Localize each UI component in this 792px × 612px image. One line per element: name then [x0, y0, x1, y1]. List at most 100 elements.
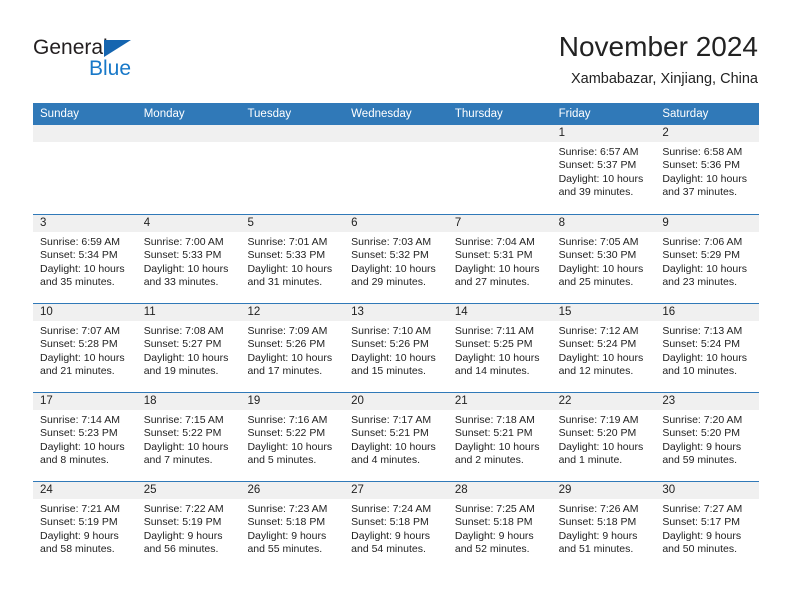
sunrise-text: Sunrise: 7:26 AM	[558, 503, 639, 515]
daylight-text: Daylight: 10 hours and 2 minutes.	[454, 440, 540, 467]
sunrise-text: Sunrise: 7:19 AM	[558, 414, 639, 426]
day-cell[interactable]: 1 Sunrise: 6:57 AM Sunset: 5:37 PM Daylight…	[551, 125, 656, 214]
day-cell[interactable]: 3 Sunrise: 6:59 AM Sunset: 5:34 PM Daylight…	[33, 215, 137, 303]
sunset-text: Sunset: 5:20 PM	[662, 427, 740, 440]
day-cell[interactable]: 19 Sunrise: 7:16 AM Sunset: 5:22 PM Dayligh…	[240, 393, 345, 481]
day-cell[interactable]: 4 Sunrise: 7:00 AM Sunset: 5:33 PM Daylight…	[136, 215, 241, 303]
day-cell[interactable]: 25 Sunrise: 7:22 AM Sunset: 5:19 PM Dayligh…	[136, 482, 241, 570]
day-number: 5	[240, 215, 345, 232]
weekday-header-friday: Friday	[558, 108, 591, 120]
sunrise-text: Sunrise: 7:01 AM	[247, 236, 328, 248]
sunrise-text: Sunrise: 7:15 AM	[143, 414, 224, 426]
day-info: Sunrise: 7:24 AM Sunset: 5:18 PM Daylight:…	[344, 499, 448, 557]
day-number: 10	[33, 304, 137, 321]
weekday-header-monday: Monday	[143, 108, 185, 120]
day-cell[interactable]: 28 Sunrise: 7:25 AM Sunset: 5:18 PM Dayligh…	[447, 482, 552, 570]
day-info: Sunrise: 7:11 AM Sunset: 5:25 PM Daylight:…	[448, 321, 552, 379]
day-info: Sunrise: 7:13 AM Sunset: 5:24 PM Daylight:…	[655, 321, 759, 379]
day-cell[interactable]: 2 Sunrise: 6:58 AM Sunset: 5:36 PM Daylight…	[655, 125, 760, 214]
sunset-text: Sunset: 5:32 PM	[351, 249, 429, 262]
daylight-text: Daylight: 10 hours and 25 minutes.	[558, 262, 644, 289]
page-title: November 2024	[558, 31, 758, 62]
day-info: Sunrise: 7:18 AM Sunset: 5:21 PM Daylight:…	[448, 410, 552, 468]
day-info: Sunrise: 7:06 AM Sunset: 5:29 PM Daylight:…	[655, 232, 759, 290]
weekday-header-sunday: Sunday	[40, 108, 80, 120]
calendar-week-row: 1 Sunrise: 6:57 AM Sunset: 5:37 PM Daylight…	[33, 125, 760, 214]
sunset-text: Sunset: 5:22 PM	[247, 427, 326, 440]
weekday-header-saturday: Saturday	[662, 108, 709, 120]
brand-logo[interactable]: General Blue	[33, 36, 173, 86]
sunrise-text: Sunrise: 7:22 AM	[143, 503, 224, 515]
day-cell[interactable]: 21 Sunrise: 7:18 AM Sunset: 5:21 PM Dayligh…	[447, 393, 552, 481]
day-cell[interactable]: 10 Sunrise: 7:07 AM Sunset: 5:28 PM Dayligh…	[33, 304, 137, 392]
day-number: 8	[551, 215, 656, 232]
day-cell[interactable]: 14 Sunrise: 7:11 AM Sunset: 5:25 PM Dayligh…	[447, 304, 552, 392]
sunrise-text: Sunrise: 7:00 AM	[143, 236, 224, 248]
day-cell[interactable]: 13 Sunrise: 7:10 AM Sunset: 5:26 PM Dayligh…	[344, 304, 448, 392]
day-info: Sunrise: 7:22 AM Sunset: 5:19 PM Daylight:…	[137, 499, 241, 557]
day-cell[interactable]: 27 Sunrise: 7:24 AM Sunset: 5:18 PM Dayligh…	[344, 482, 448, 570]
day-cell[interactable]: 8 Sunrise: 7:05 AM Sunset: 5:30 PM Daylight…	[551, 215, 656, 303]
day-cell[interactable]: 20 Sunrise: 7:17 AM Sunset: 5:21 PM Dayligh…	[344, 393, 448, 481]
sunrise-text: Sunrise: 7:12 AM	[558, 325, 639, 337]
day-number: 13	[344, 304, 448, 321]
day-info: Sunrise: 7:10 AM Sunset: 5:26 PM Daylight:…	[344, 321, 448, 379]
day-number: 29	[551, 482, 656, 499]
day-number: 14	[447, 304, 552, 321]
day-info: Sunrise: 7:27 AM Sunset: 5:17 PM Daylight:…	[655, 499, 759, 557]
weekday-header-row: Sunday Monday Tuesday Wednesday Thursday…	[33, 103, 759, 125]
daylight-text: Daylight: 10 hours and 8 minutes.	[40, 440, 125, 467]
day-number: 4	[136, 215, 241, 232]
calendar-week-row: 3 Sunrise: 6:59 AM Sunset: 5:34 PM Daylight…	[33, 214, 760, 303]
day-cell[interactable]: 12 Sunrise: 7:09 AM Sunset: 5:26 PM Dayligh…	[240, 304, 345, 392]
day-cell[interactable]: 16 Sunrise: 7:13 AM Sunset: 5:24 PM Dayligh…	[655, 304, 760, 392]
calendar-week-row: 17 Sunrise: 7:14 AM Sunset: 5:23 PM Dayligh…	[33, 392, 760, 481]
sunset-text: Sunset: 5:33 PM	[247, 249, 326, 262]
day-cell[interactable]: 15 Sunrise: 7:12 AM Sunset: 5:24 PM Dayligh…	[551, 304, 656, 392]
day-cell-empty	[136, 125, 241, 214]
day-cell[interactable]: 22 Sunrise: 7:19 AM Sunset: 5:20 PM Dayligh…	[551, 393, 656, 481]
day-cell[interactable]: 11 Sunrise: 7:08 AM Sunset: 5:27 PM Dayligh…	[136, 304, 241, 392]
sunset-text: Sunset: 5:34 PM	[40, 249, 118, 262]
daylight-text: Daylight: 10 hours and 17 minutes.	[247, 351, 333, 378]
day-cell[interactable]: 26 Sunrise: 7:23 AM Sunset: 5:18 PM Dayligh…	[240, 482, 345, 570]
daylight-text: Daylight: 10 hours and 29 minutes.	[351, 262, 436, 289]
day-number: 6	[344, 215, 448, 232]
daylight-text: Daylight: 10 hours and 7 minutes.	[143, 440, 229, 467]
day-number: 7	[447, 215, 552, 232]
day-cell[interactable]: 29 Sunrise: 7:26 AM Sunset: 5:18 PM Dayligh…	[551, 482, 656, 570]
day-cell[interactable]: 7 Sunrise: 7:04 AM Sunset: 5:31 PM Daylight…	[447, 215, 552, 303]
day-info: Sunrise: 7:17 AM Sunset: 5:21 PM Daylight:…	[344, 410, 448, 468]
sunset-text: Sunset: 5:28 PM	[40, 338, 118, 351]
day-number: 1	[551, 125, 656, 142]
day-cell[interactable]: 24 Sunrise: 7:21 AM Sunset: 5:19 PM Dayligh…	[33, 482, 137, 570]
day-cell-empty	[447, 125, 552, 214]
calendar-week-row: 24 Sunrise: 7:21 AM Sunset: 5:19 PM Dayligh…	[33, 481, 760, 570]
calendar-grid: Sunday Monday Tuesday Wednesday Thursday…	[33, 103, 760, 570]
daylight-text: Daylight: 10 hours and 19 minutes.	[143, 351, 229, 378]
day-number: 12	[240, 304, 345, 321]
daylight-text: Daylight: 10 hours and 4 minutes.	[351, 440, 436, 467]
daylight-text: Daylight: 9 hours and 58 minutes.	[40, 529, 119, 556]
day-info: Sunrise: 7:04 AM Sunset: 5:31 PM Daylight:…	[448, 232, 552, 290]
day-number: 25	[136, 482, 241, 499]
day-cell[interactable]: 6 Sunrise: 7:03 AM Sunset: 5:32 PM Daylight…	[344, 215, 448, 303]
day-info: Sunrise: 7:15 AM Sunset: 5:22 PM Daylight:…	[137, 410, 241, 468]
day-cell[interactable]: 23 Sunrise: 7:20 AM Sunset: 5:20 PM Dayligh…	[655, 393, 760, 481]
sunrise-text: Sunrise: 6:57 AM	[558, 146, 639, 158]
day-info: Sunrise: 7:14 AM Sunset: 5:23 PM Daylight:…	[33, 410, 137, 468]
day-number: 23	[655, 393, 760, 410]
day-cell[interactable]: 9 Sunrise: 7:06 AM Sunset: 5:29 PM Daylight…	[655, 215, 760, 303]
day-cell[interactable]: 18 Sunrise: 7:15 AM Sunset: 5:22 PM Dayligh…	[136, 393, 241, 481]
sunset-text: Sunset: 5:33 PM	[143, 249, 222, 262]
daylight-text: Daylight: 10 hours and 23 minutes.	[662, 262, 747, 289]
daylight-text: Daylight: 10 hours and 33 minutes.	[143, 262, 229, 289]
day-number	[136, 125, 241, 142]
sunrise-text: Sunrise: 7:20 AM	[662, 414, 743, 426]
day-cell[interactable]: 5 Sunrise: 7:01 AM Sunset: 5:33 PM Daylight…	[240, 215, 345, 303]
day-number	[33, 125, 137, 142]
day-cell[interactable]: 17 Sunrise: 7:14 AM Sunset: 5:23 PM Dayligh…	[33, 393, 137, 481]
title-block: November 2024 Xambabazar, Xinjiang, Chin…	[559, 30, 758, 88]
day-cell[interactable]: 30 Sunrise: 7:27 AM Sunset: 5:17 PM Dayligh…	[655, 482, 760, 570]
calendar-weeks: 1 Sunrise: 6:57 AM Sunset: 5:37 PM Daylight…	[33, 125, 760, 570]
